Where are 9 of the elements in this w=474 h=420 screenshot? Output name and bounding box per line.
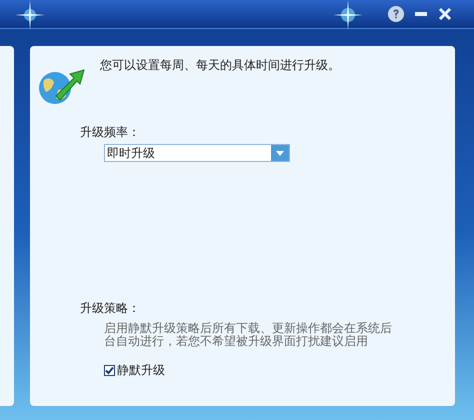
help-icon[interactable]: [388, 6, 404, 22]
strategy-label: 升级策略：: [80, 300, 141, 316]
frequency-dropdown[interactable]: 即时升级: [104, 144, 290, 162]
checkbox-label: 静默升级: [117, 362, 165, 378]
close-icon[interactable]: [438, 7, 452, 21]
strategy-description: 启用静默升级策略后所有下载、更新操作都会在系统后台自动进行，若您不希望被升级界面打扰建议启用: [104, 322, 393, 348]
silent-upgrade-checkbox[interactable]: [104, 364, 115, 376]
intro-text: 您可以设置每周、每天的具体时间进行升级。: [100, 57, 340, 74]
frequency-label: 升级频率：: [80, 124, 141, 140]
